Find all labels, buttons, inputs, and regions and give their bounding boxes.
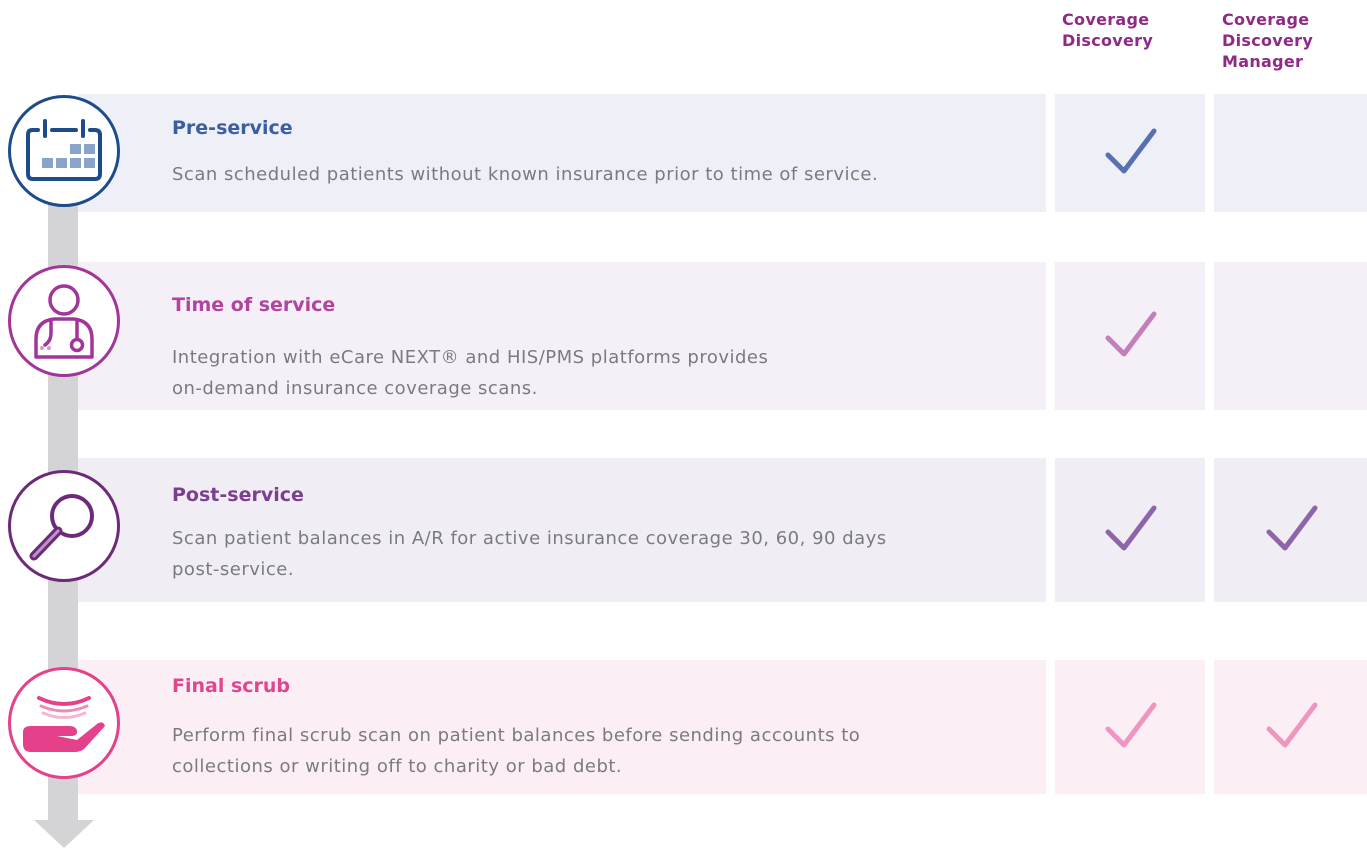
step-title: Pre-service	[172, 117, 293, 139]
step-title: Final scrub	[172, 675, 291, 697]
magnifier-icon	[29, 494, 94, 561]
coverage-discovery-manager-cell	[1214, 660, 1367, 794]
step-description: Integration with eCare NEXT® and HIS/PMS…	[172, 347, 769, 399]
calendar-icon	[26, 119, 102, 181]
coverage-discovery-manager-cell	[1214, 94, 1367, 212]
step-title: Time of service	[172, 294, 336, 316]
step-circle	[8, 667, 120, 779]
step-circle	[8, 95, 120, 207]
coverage-discovery-manager-cell	[1214, 262, 1367, 410]
step-title: Post-service	[172, 484, 304, 506]
step-description: Scan patient balances in A/R for active …	[172, 528, 887, 580]
step-circle	[8, 265, 120, 377]
step-description: Scan scheduled patients without known in…	[172, 164, 879, 185]
step-description: Perform final scrub scan on patient bala…	[172, 725, 861, 777]
column-header-coverage-discovery-manager: Coverage Discovery Manager	[1222, 10, 1314, 71]
doctor-icon	[34, 284, 94, 359]
coverage-discovery-cell	[1055, 458, 1205, 602]
check-icon	[1105, 505, 1157, 551]
row-background	[78, 94, 1046, 212]
check-icon	[1105, 702, 1157, 748]
coverage-discovery-cell	[1055, 94, 1205, 212]
check-icon	[1105, 128, 1157, 174]
step-circle	[8, 470, 120, 582]
coverage-discovery-cell	[1055, 660, 1205, 794]
flow-arrow-head	[34, 820, 94, 848]
coverage-discovery-cell	[1055, 262, 1205, 410]
check-icon	[1266, 505, 1317, 551]
check-icon	[1105, 311, 1157, 357]
coverage-discovery-manager-cell	[1214, 458, 1367, 602]
check-icon	[1266, 702, 1317, 748]
hand-icon	[23, 696, 105, 752]
column-header-coverage-discovery: Coverage Discovery	[1062, 10, 1154, 50]
